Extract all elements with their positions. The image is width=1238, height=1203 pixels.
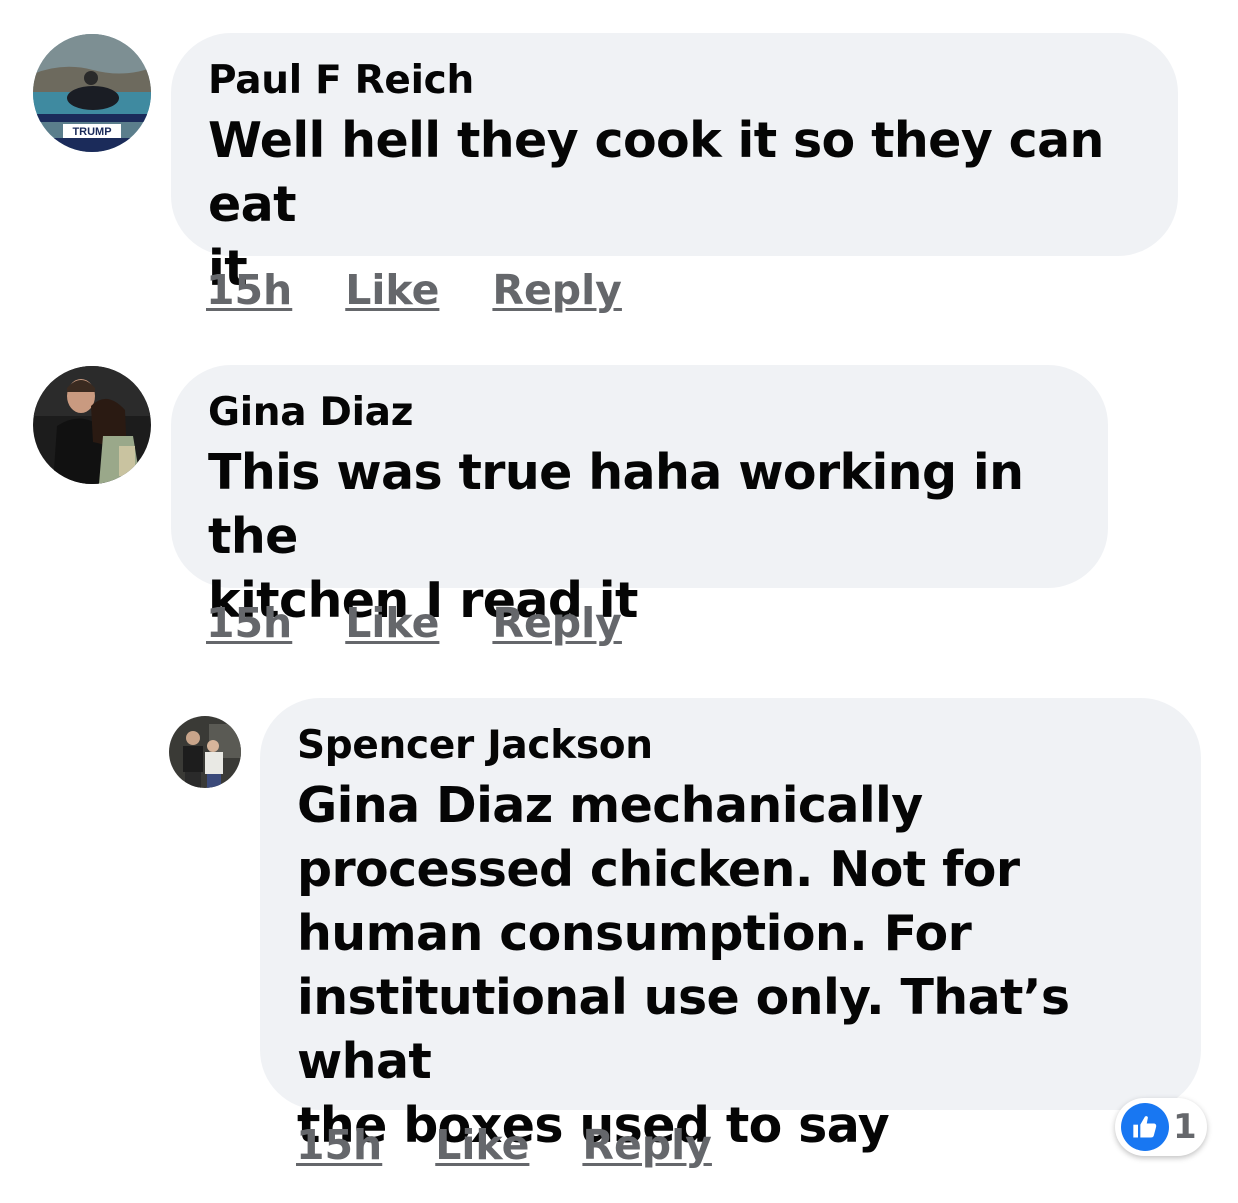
- comment-text-line: human consumption. For: [297, 905, 972, 962]
- comment-text: Gina Diaz mechanically processed chicken…: [297, 774, 1171, 1158]
- reply-button[interactable]: Reply: [492, 599, 622, 647]
- comment-actions: 15h Like Reply: [206, 266, 622, 314]
- comment-bubble: Paul F Reich Well hell they cook it so t…: [171, 33, 1178, 297]
- reply-button[interactable]: Reply: [492, 266, 622, 314]
- like-button[interactable]: Like: [345, 266, 439, 314]
- reply-button[interactable]: Reply: [582, 1121, 712, 1169]
- comment-text-line: mechanically: [552, 777, 923, 834]
- comment-bubble: Gina Diaz This was true haha working in …: [171, 365, 1108, 629]
- avatar-image: [169, 716, 241, 788]
- avatar[interactable]: TRUMP: [33, 34, 151, 152]
- comment-bubble: Spencer Jackson Gina Diaz mechanically p…: [260, 698, 1201, 1154]
- comment-text-line: processed chicken. Not for: [297, 841, 1020, 898]
- comment-text-line: This was true haha working in the: [208, 444, 1024, 565]
- mention-link[interactable]: Gina Diaz: [297, 777, 553, 834]
- comment-actions: 15h Like Reply: [296, 1121, 712, 1169]
- avatar-badge-text: TRUMP: [72, 126, 111, 138]
- reaction-summary[interactable]: 1: [1115, 1098, 1207, 1156]
- comment-author[interactable]: Gina Diaz: [208, 389, 1078, 437]
- avatar-image: TRUMP: [33, 34, 151, 152]
- timestamp-link[interactable]: 15h: [206, 599, 292, 647]
- avatar-image: [33, 366, 151, 484]
- comment-text-line: institutional use only. That’s what: [297, 969, 1070, 1090]
- comment-author[interactable]: Paul F Reich: [208, 57, 1148, 105]
- avatar[interactable]: [169, 716, 241, 788]
- timestamp-link[interactable]: 15h: [206, 266, 292, 314]
- timestamp-link[interactable]: 15h: [296, 1121, 382, 1169]
- avatar[interactable]: [33, 366, 151, 484]
- comment-author[interactable]: Spencer Jackson: [297, 722, 1171, 770]
- thumbs-up-icon: [1121, 1103, 1169, 1151]
- like-button[interactable]: Like: [345, 599, 439, 647]
- comment-actions: 15h Like Reply: [206, 599, 622, 647]
- comment-text-line: Well hell they cook it so they can eat: [208, 112, 1104, 233]
- reaction-count: 1: [1173, 1107, 1197, 1147]
- like-button[interactable]: Like: [435, 1121, 529, 1169]
